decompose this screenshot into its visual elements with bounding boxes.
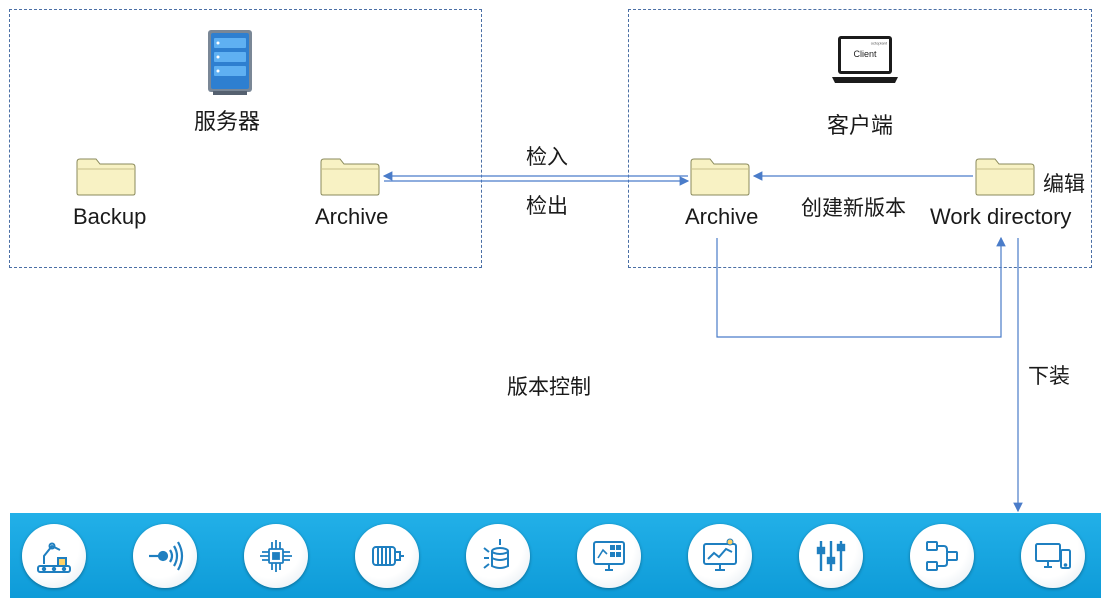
connector-arrows <box>382 171 1023 513</box>
signal-icon[interactable] <box>133 524 197 588</box>
devices-icon[interactable] <box>1021 524 1085 588</box>
motor-icon[interactable] <box>355 524 419 588</box>
hmi-panel-icon[interactable] <box>577 524 641 588</box>
device-bar <box>10 513 1101 598</box>
chip-icon[interactable] <box>244 524 308 588</box>
monitor-chart-icon[interactable] <box>688 524 752 588</box>
database-icon[interactable] <box>466 524 530 588</box>
workflow-icon[interactable] <box>910 524 974 588</box>
sliders-icon[interactable] <box>799 524 863 588</box>
robot-arm-icon[interactable] <box>22 524 86 588</box>
version-control-loop-arrow <box>716 236 1006 338</box>
